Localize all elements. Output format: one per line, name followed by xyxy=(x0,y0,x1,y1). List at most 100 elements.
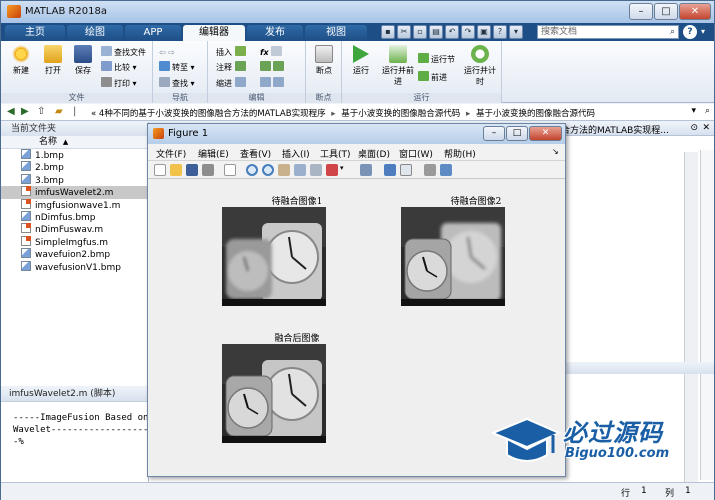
data-cursor-icon[interactable] xyxy=(310,164,322,176)
advance-button[interactable]: 前进 xyxy=(418,71,447,84)
bitmap-file-icon xyxy=(21,248,31,259)
list-item-selected[interactable]: imfusWavelet2.m xyxy=(1,186,148,199)
run-and-advance-button[interactable]: 运行并前进 xyxy=(380,45,416,87)
figure-maximize-button[interactable]: □ xyxy=(506,126,528,141)
goto-button[interactable]: 转至 ▾ xyxy=(159,61,195,74)
menu-overflow-icon[interactable]: ↘ xyxy=(552,147,559,156)
list-item[interactable]: nDimFuswav.m xyxy=(1,223,148,235)
menu-file[interactable]: 文件(F) xyxy=(156,147,186,160)
collapse-ribbon-icon[interactable]: ▾ xyxy=(701,27,705,36)
link-plot-icon[interactable] xyxy=(360,164,372,176)
save-quick-icon[interactable]: ▪ xyxy=(381,25,395,39)
show-plot-tools-icon[interactable] xyxy=(440,164,452,176)
list-item[interactable]: nDimfus.bmp xyxy=(1,210,148,223)
save-button[interactable]: 保存 xyxy=(69,45,97,76)
insert-legend-icon[interactable] xyxy=(400,164,412,176)
menu-help[interactable]: 帮助(H) xyxy=(444,147,476,160)
search-documentation-input[interactable]: 搜索文档 ⌕ xyxy=(537,25,679,39)
back-icon[interactable]: ◀ xyxy=(7,106,15,117)
quick-menu-icon[interactable]: ▾ xyxy=(509,25,523,39)
comment-button[interactable]: 注释 xyxy=(216,61,248,74)
list-item[interactable]: SimpleImgfus.m xyxy=(1,235,148,248)
figure-minimize-button[interactable]: – xyxy=(483,126,505,141)
tab-editor[interactable]: 编辑器 xyxy=(183,25,245,41)
new-button[interactable]: 新建 xyxy=(7,45,35,76)
m-file-icon xyxy=(21,198,31,209)
tab-publish[interactable]: 发布 xyxy=(247,25,303,41)
tab-view[interactable]: 视图 xyxy=(305,25,367,41)
tab-plots[interactable]: 绘图 xyxy=(67,25,123,41)
menu-tools[interactable]: 工具(T) xyxy=(320,147,351,160)
forward-icon[interactable]: ▶ xyxy=(21,106,29,117)
list-item[interactable]: 3.bmp xyxy=(1,173,148,186)
run-and-time-button[interactable]: 运行并计时 xyxy=(462,45,498,87)
undo-quick-icon[interactable]: ↶ xyxy=(445,25,459,39)
fx-button[interactable]: fx xyxy=(260,46,284,59)
breakpoints-button[interactable]: 断点 xyxy=(310,45,338,76)
insert-button[interactable]: 插入 xyxy=(216,46,248,59)
editor-close-icon[interactable]: ✕ xyxy=(702,123,710,133)
path-search-icon[interactable]: ⌕ xyxy=(705,106,710,116)
rotate-3d-icon[interactable] xyxy=(294,164,306,176)
print-button[interactable]: 打印 ▾ xyxy=(101,77,137,90)
path-root-icon[interactable]: | xyxy=(73,106,76,117)
print-figure-icon[interactable] xyxy=(202,164,214,176)
breadcrumb-item[interactable]: 基于小波变换的图像融合源代码 xyxy=(476,109,595,119)
help-quick-icon[interactable]: ? xyxy=(493,25,507,39)
list-item[interactable]: 1.bmp xyxy=(1,149,148,161)
insert-colorbar-icon[interactable] xyxy=(384,164,396,176)
switch-windows-icon[interactable]: ▣ xyxy=(477,25,491,39)
new-figure-icon[interactable] xyxy=(154,164,166,176)
save-figure-icon[interactable] xyxy=(186,164,198,176)
compare-button[interactable]: 比较 ▾ xyxy=(101,61,137,74)
up-folder-icon[interactable]: ⇧ xyxy=(37,106,45,117)
cut-quick-icon[interactable]: ✂ xyxy=(397,25,411,39)
menu-view[interactable]: 查看(V) xyxy=(240,147,271,160)
menu-window[interactable]: 窗口(W) xyxy=(399,147,433,160)
menu-insert[interactable]: 插入(I) xyxy=(282,147,310,160)
breadcrumb-prefix[interactable]: « xyxy=(91,109,96,119)
back-forward-buttons[interactable]: ⇦ ⇨ xyxy=(159,46,175,59)
help-icon[interactable]: ? xyxy=(683,25,697,39)
menu-edit[interactable]: 编辑(E) xyxy=(198,147,229,160)
search-icon[interactable]: ⌕ xyxy=(670,26,675,38)
indent-button[interactable]: 缩进 xyxy=(216,77,248,90)
breadcrumb-item[interactable]: 4种不同的基于小波变换的图像融合方法的MATLAB实现程序 xyxy=(99,109,326,119)
run-section-button[interactable]: 运行节 xyxy=(418,53,455,66)
comment-tools[interactable] xyxy=(260,61,286,74)
list-item[interactable]: imgfusionwave1.m xyxy=(1,198,148,211)
hide-plot-tools-icon[interactable] xyxy=(424,164,436,176)
edit-plot-icon[interactable] xyxy=(224,164,236,176)
paste-quick-icon[interactable]: ▤ xyxy=(429,25,443,39)
brush-icon[interactable] xyxy=(326,164,338,176)
list-item[interactable]: 2.bmp xyxy=(1,161,148,173)
zoom-out-icon[interactable] xyxy=(262,164,274,176)
workspace-scrollbar[interactable] xyxy=(700,150,714,480)
minimize-button[interactable]: – xyxy=(629,3,653,20)
close-button[interactable]: ✕ xyxy=(679,3,711,20)
list-item[interactable]: wavefusionV1.bmp xyxy=(1,260,148,273)
zoom-in-icon[interactable] xyxy=(246,164,258,176)
menu-desktop[interactable]: 桌面(D) xyxy=(358,147,390,160)
maximize-button[interactable]: □ xyxy=(654,3,678,20)
editor-actions-icon[interactable]: ⊙ xyxy=(690,123,698,133)
open-file-icon[interactable] xyxy=(170,164,182,176)
indent-tools[interactable] xyxy=(260,77,286,90)
copy-quick-icon[interactable]: ▫ xyxy=(413,25,427,39)
breadcrumb-item[interactable]: 基于小波变换的图像融合源代码 xyxy=(341,109,460,119)
tab-home[interactable]: 主页 xyxy=(5,25,65,41)
open-button[interactable]: 打开 xyxy=(39,45,67,76)
find-button[interactable]: 查找 ▾ xyxy=(159,77,195,90)
brush-dropdown-icon[interactable]: ▾ xyxy=(340,164,346,176)
editor-tab-text[interactable]: 合方法的MATLAB实现程... xyxy=(561,123,669,136)
run-button[interactable]: 运行 xyxy=(346,45,376,76)
path-dropdown-icon[interactable]: ▾ xyxy=(691,106,696,116)
pan-hand-icon[interactable] xyxy=(278,164,290,176)
figure-close-button[interactable]: ✕ xyxy=(529,126,562,141)
browse-folder-icon[interactable]: ▰ xyxy=(55,106,63,117)
redo-quick-icon[interactable]: ↷ xyxy=(461,25,475,39)
find-files-button[interactable]: 查找文件 xyxy=(101,46,146,59)
tab-apps[interactable]: APP xyxy=(125,25,181,41)
list-item[interactable]: wavefuion2.bmp xyxy=(1,248,148,260)
name-column-header[interactable]: 名称 ▲ xyxy=(1,136,148,149)
